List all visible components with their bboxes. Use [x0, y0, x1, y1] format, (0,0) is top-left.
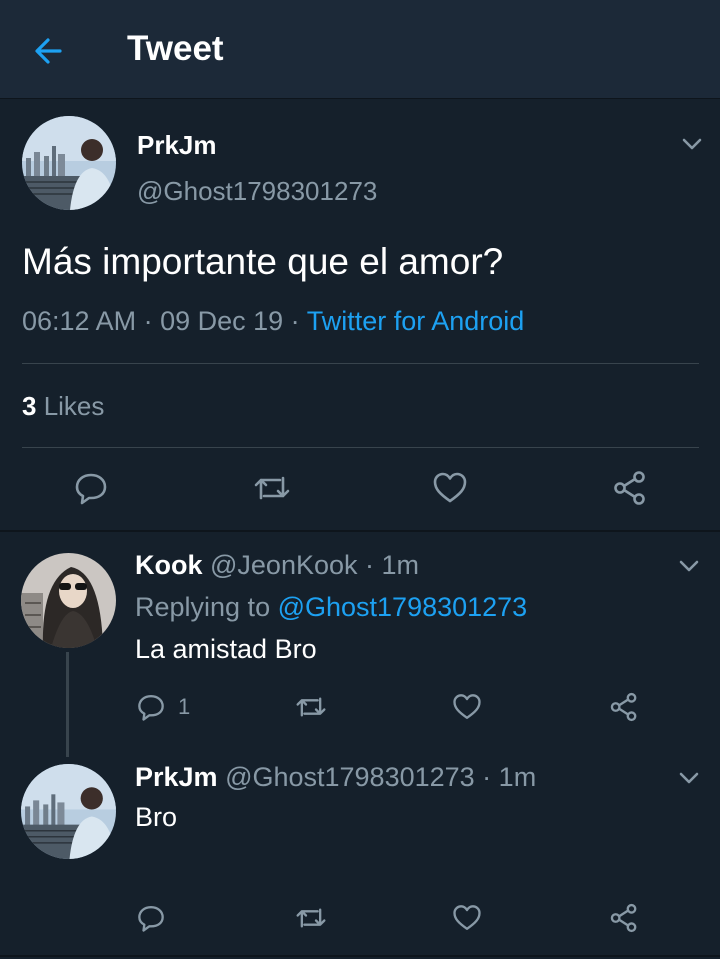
likes-label: Likes [36, 391, 105, 421]
separator-dot: · [357, 550, 382, 580]
back-arrow-icon[interactable] [30, 32, 68, 70]
reply-author-name[interactable]: PrkJm [135, 762, 218, 792]
reply-time: 1m [381, 550, 420, 580]
reply-icon[interactable] [136, 903, 166, 933]
replying-to-label: Replying to [135, 592, 278, 622]
share-icon[interactable] [609, 903, 639, 933]
reply-author-handle[interactable]: @JeonKook [203, 550, 358, 580]
reply-header: PrkJm @Ghost1798301273 · 1m [135, 762, 536, 793]
retweet-icon[interactable] [252, 470, 292, 506]
chevron-down-icon[interactable] [675, 552, 703, 580]
divider [22, 447, 699, 448]
chevron-down-icon[interactable] [675, 764, 703, 792]
reply-count: 1 [178, 694, 191, 719]
share-icon[interactable] [609, 692, 639, 722]
author-name[interactable]: PrkJm [137, 130, 217, 161]
share-icon[interactable] [612, 470, 648, 506]
avatar[interactable] [21, 764, 116, 859]
replying-to-handle-link[interactable]: @Ghost1798301273 [278, 592, 528, 622]
separator-dot: · [474, 762, 499, 792]
reply-icon[interactable] [73, 470, 109, 506]
likes-stat[interactable]: 3 Likes [22, 391, 104, 422]
retweet-icon[interactable] [294, 692, 328, 722]
heart-icon[interactable] [452, 692, 482, 722]
section-divider [0, 955, 720, 957]
likes-count: 3 [22, 391, 37, 421]
separator-dot: · [283, 306, 307, 336]
reply-icon[interactable] [136, 692, 166, 722]
separator-dot: · [136, 306, 161, 336]
tweet-text: Más importante que el amor? [22, 241, 504, 282]
avatar[interactable] [22, 116, 116, 210]
retweet-icon[interactable] [294, 903, 328, 933]
reply-author-name[interactable]: Kook [135, 550, 203, 580]
heart-icon[interactable] [432, 470, 468, 506]
reply-text: La amistad Bro [135, 634, 317, 664]
tweet-meta: 06:12 AM · 09 Dec 19 · Twitter for Andro… [22, 306, 524, 337]
chevron-down-icon[interactable] [678, 130, 706, 158]
divider [22, 363, 699, 364]
avatar[interactable] [21, 553, 116, 648]
reply-time: 1m [498, 762, 537, 792]
reply-author-handle[interactable]: @Ghost1798301273 [218, 762, 475, 792]
page-title: Tweet [127, 29, 224, 68]
reply-header: Kook @JeonKook · 1m [135, 550, 419, 581]
author-handle[interactable]: @Ghost1798301273 [137, 176, 377, 207]
section-divider [0, 530, 720, 532]
heart-icon[interactable] [452, 903, 482, 933]
reply-text: Bro [135, 802, 178, 832]
app-header: Tweet [0, 0, 720, 99]
tweet-time: 06:12 AM [22, 306, 137, 336]
replying-to: Replying to @Ghost1798301273 [135, 592, 527, 623]
tweet-source-link[interactable]: Twitter for Android [307, 306, 525, 336]
tweet-date: 09 Dec 19 [160, 306, 284, 336]
thread-connector [66, 652, 69, 757]
